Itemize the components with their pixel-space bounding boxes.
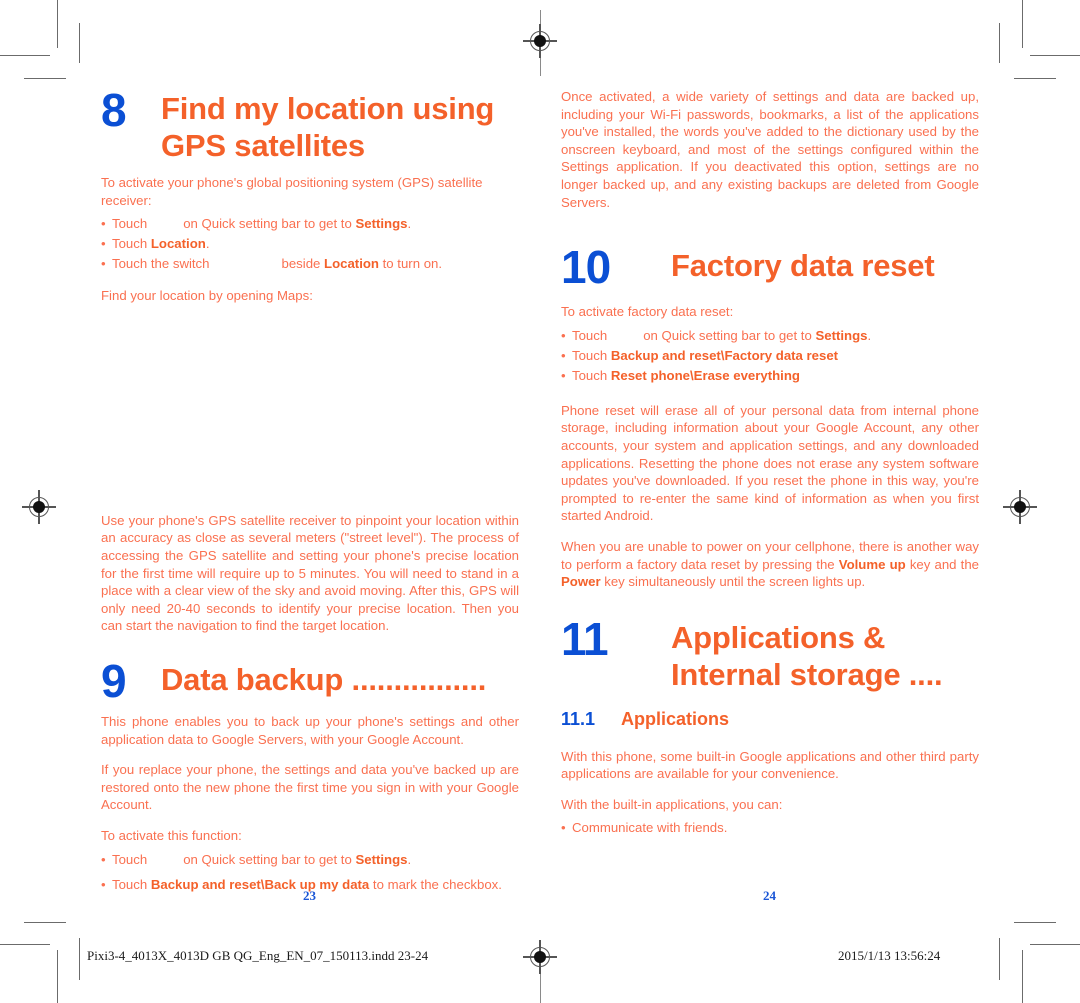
data-backup-paragraph-3: To activate this function: [101, 827, 242, 843]
page-number-left: 23 [303, 888, 316, 903]
bleed-mark-bottom-right-horizontal [1014, 922, 1056, 924]
maps-illustration-placeholder [101, 318, 519, 512]
list-item: Touch Backup and reset\Factory data rese… [561, 346, 979, 366]
crop-mark-top-left-horizontal [0, 55, 50, 57]
list-item: Touch Location. [101, 234, 519, 254]
bleed-mark-top-left-horizontal [24, 78, 66, 80]
crop-mark-bottom-left-horizontal [0, 944, 50, 946]
gps-intro-text: To activate your phone's global position… [101, 175, 483, 208]
applications-paragraph-2: With the built-in applications, you can: [561, 796, 783, 812]
crop-mark-top-left-vertical [57, 0, 59, 48]
bleed-mark-bottom-right-vertical [999, 938, 1001, 980]
chapter-9-heading: 9 Data backup ................ [101, 654, 519, 707]
crop-mark-bottom-right-vertical [1022, 950, 1024, 1003]
chapter-10-number: 10 [561, 241, 611, 294]
bleed-mark-bottom-left-vertical [79, 938, 81, 980]
left-page-content: 8 Find my location using GPS satellites … [101, 84, 519, 908]
crop-mark-top-right-vertical [1022, 0, 1024, 48]
data-backup-paragraph-2: If you replace your phone, the settings … [101, 762, 519, 813]
registration-mark-bottom-center [523, 940, 557, 974]
chapter-8-number: 8 [101, 84, 127, 136]
section-11-1-number: 11.1 [561, 708, 596, 729]
factory-reset-intro: To activate factory data reset: [561, 304, 734, 320]
gps-activation-steps: Touchon Quick setting bar to get to Sett… [101, 214, 519, 274]
chapter-11-number: 11 [561, 612, 609, 665]
gps-description-text: Use your phone's GPS satellite receiver … [101, 512, 519, 634]
bleed-mark-top-right-vertical [999, 23, 1001, 63]
registration-mark-right-middle [1003, 490, 1037, 524]
chapter-9-title: Data backup ................ [161, 661, 487, 697]
bleed-mark-top-left-vertical [79, 23, 81, 63]
chapter-8-heading: 8 Find my location using GPS satellites [101, 84, 519, 164]
crop-mark-bottom-right-horizontal [1030, 944, 1080, 946]
applications-capability-list: Communicate with friends. [561, 818, 979, 838]
backup-continued-text: Once activated, a wide variety of settin… [561, 89, 979, 210]
list-item: Touchon Quick setting bar to get to Sett… [101, 214, 519, 234]
factory-reset-paragraph-2: When you are unable to power on your cel… [561, 538, 979, 590]
gps-closing-text: Find your location by opening Maps: [101, 288, 313, 304]
chapter-10-title: Factory data reset [671, 248, 935, 284]
chapter-11-title: Applications & Internal storage .... [671, 617, 943, 693]
section-11-1-heading: 11.1 Applications [561, 709, 979, 730]
footer-timestamp: 2015/1/13 13:56:24 [838, 948, 941, 963]
registration-mark-left-middle [22, 490, 56, 524]
data-backup-paragraph-1: This phone enables you to back up your p… [101, 713, 519, 747]
list-item: Touch the switchbeside Location to turn … [101, 254, 519, 274]
chapter-8-title-line1: Find my location using [161, 91, 495, 126]
footer-file-slug: Pixi3-4_4013X_4013D GB QG_Eng_EN_07_1501… [87, 948, 429, 963]
list-item: Touchon Quick setting bar to get to Sett… [101, 850, 519, 870]
printed-page-spread: 8 Find my location using GPS satellites … [0, 0, 1080, 1003]
list-item: Touchon Quick setting bar to get to Sett… [561, 326, 979, 346]
list-item: Touch Reset phone\Erase everything [561, 366, 979, 386]
crop-mark-top-right-horizontal [1030, 55, 1080, 57]
chapter-11-heading: 11 Applications & Internal storage .... [561, 612, 979, 693]
bleed-mark-bottom-left-horizontal [24, 922, 66, 924]
factory-reset-paragraph-1: Phone reset will erase all of your perso… [561, 402, 979, 524]
crop-mark-bottom-left-vertical [57, 950, 59, 1003]
chapter-10-heading: 10 Factory data reset [561, 241, 979, 294]
section-11-1-title: Applications [621, 708, 730, 729]
page-number-right: 24 [763, 888, 776, 903]
chapter-9-number: 9 [101, 654, 127, 707]
registration-mark-top-center [523, 24, 557, 58]
right-page-content: Once activated, a wide variety of settin… [561, 88, 979, 851]
chapter-11-title-line2: Internal storage .... [671, 656, 943, 692]
list-item: Communicate with friends. [561, 818, 979, 838]
bleed-mark-top-right-horizontal [1014, 78, 1056, 80]
chapter-11-title-line1: Applications & [671, 619, 886, 655]
applications-paragraph-1: With this phone, some built-in Google ap… [561, 748, 979, 782]
chapter-8-title-line2: GPS satellites [161, 128, 365, 163]
chapter-8-title: Find my location using GPS satellites [161, 88, 494, 164]
factory-reset-steps: Touchon Quick setting bar to get to Sett… [561, 326, 979, 386]
